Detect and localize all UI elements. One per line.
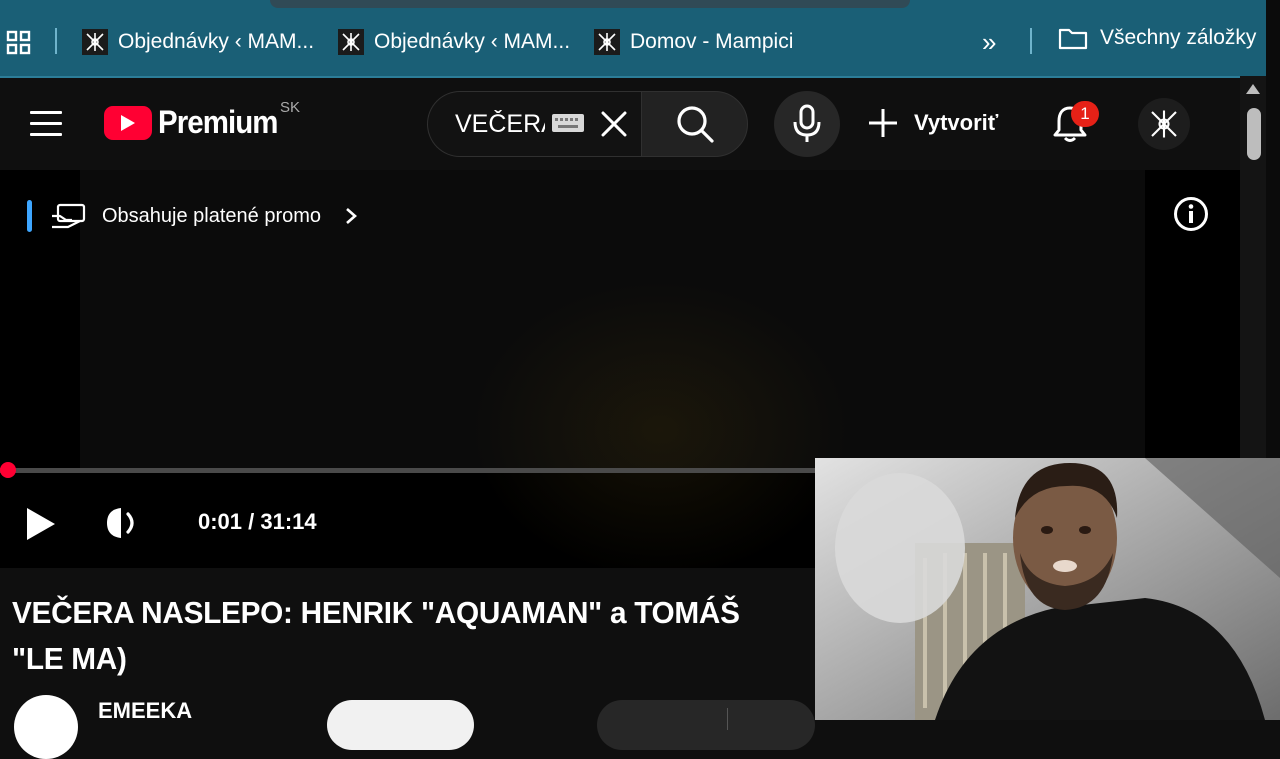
hamburger-icon[interactable] xyxy=(30,111,62,137)
youtube-premium-logo[interactable]: Premium xyxy=(104,104,288,141)
bookmark-item[interactable]: Objednávky ‹ MAM... xyxy=(82,27,314,57)
channel-avatar[interactable] xyxy=(14,695,78,759)
grid-icon[interactable] xyxy=(6,30,32,56)
webcam-overlay xyxy=(815,458,1280,720)
mic-icon xyxy=(793,104,821,142)
region-code: SK xyxy=(280,99,301,116)
bookmark-separator xyxy=(1030,28,1032,54)
promo-accent-bar xyxy=(27,200,32,232)
progress-scrubber[interactable] xyxy=(0,462,16,478)
time-display: 0:01 / 31:14 xyxy=(198,509,317,534)
info-icon[interactable] xyxy=(1173,196,1209,232)
bookmarks-bar: Objednávky ‹ MAM... Objednávky ‹ MAM... … xyxy=(0,0,1266,78)
notification-badge: 1 xyxy=(1071,101,1099,127)
youtube-play-logo-icon xyxy=(104,105,152,140)
bookmark-label: Domov - Mampici xyxy=(630,30,794,53)
folder-label: Všechny záložky xyxy=(1100,26,1257,49)
mampici-logo-icon xyxy=(594,29,620,55)
bookmark-label: Objednávky ‹ MAM... xyxy=(374,30,571,53)
bookmark-item[interactable]: Domov - Mampici xyxy=(594,27,793,57)
like-dislike-button[interactable] xyxy=(597,700,815,750)
search-input[interactable] xyxy=(455,104,545,144)
folder-icon xyxy=(1058,28,1088,50)
mampici-logo-icon xyxy=(82,29,108,55)
mampici-logo-icon xyxy=(1151,110,1177,138)
promo-label: Obsahuje platené promo xyxy=(102,204,322,227)
keyboard-icon[interactable] xyxy=(552,114,584,132)
paid-promotion-disclosure[interactable]: Obsahuje platené promo xyxy=(27,200,358,232)
voice-search-button[interactable] xyxy=(774,91,840,157)
search-button[interactable] xyxy=(641,91,748,157)
tab-strip-edge xyxy=(270,0,910,8)
paid-promo-icon xyxy=(52,203,86,229)
scroll-up-arrow-icon[interactable] xyxy=(1246,84,1260,94)
create-label: Vytvoriť xyxy=(914,110,999,135)
video-frame-glow xyxy=(470,280,850,568)
scrollbar-thumb[interactable] xyxy=(1247,108,1261,160)
account-avatar[interactable] xyxy=(1138,98,1190,150)
channel-name[interactable]: EMEEKA xyxy=(98,698,192,724)
play-icon[interactable] xyxy=(24,506,58,542)
progress-bar[interactable] xyxy=(0,468,815,473)
volume-icon[interactable] xyxy=(104,504,142,542)
create-button[interactable]: Vytvoriť xyxy=(866,106,998,140)
mampici-logo-icon xyxy=(338,29,364,55)
clear-search-icon[interactable] xyxy=(598,108,630,140)
chevron-right-icon xyxy=(346,208,358,224)
subscribe-button[interactable] xyxy=(327,700,474,750)
bookmark-separator xyxy=(55,28,57,54)
bookmark-label: Objednávky ‹ MAM... xyxy=(118,30,315,53)
bookmark-item[interactable]: Objednávky ‹ MAM... xyxy=(338,27,570,57)
like-divider xyxy=(727,708,728,730)
search-icon xyxy=(676,106,714,143)
video-title: VEČERA NASLEPO: HENRIK "AQUAMAN" a TOMÁŠ… xyxy=(12,595,740,676)
logo-text: Premium xyxy=(158,104,278,140)
more-bookmarks-button[interactable]: » xyxy=(982,27,996,58)
all-bookmarks-folder[interactable]: Všechny záložky xyxy=(1058,26,1256,50)
plus-icon xyxy=(869,109,897,137)
webcam-person-image xyxy=(815,458,1280,720)
